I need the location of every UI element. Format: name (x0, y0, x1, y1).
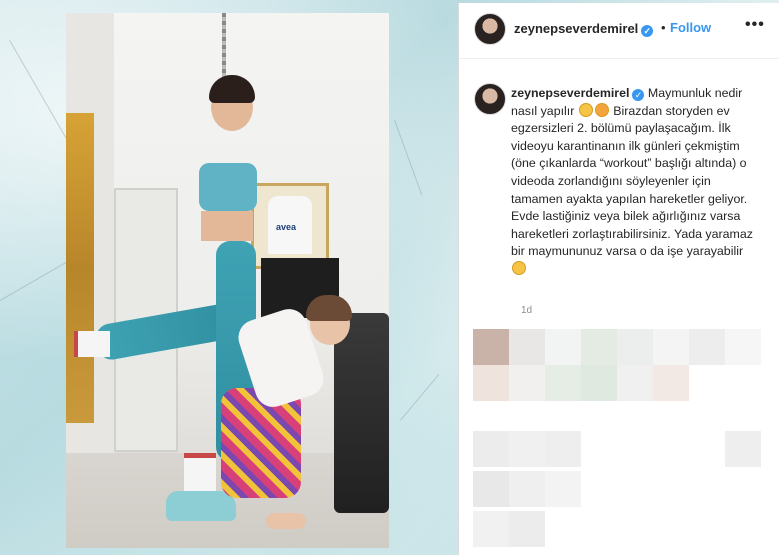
avatar[interactable] (474, 13, 506, 45)
woman-sock-left (74, 331, 110, 357)
jersey: avea (268, 196, 312, 254)
verified-badge-icon: ✓ (632, 89, 645, 101)
post-header: zeynepseverdemirel ✓ • Follow ••• (459, 3, 779, 59)
post-photo[interactable]: avea (66, 13, 389, 548)
framed-jersey: avea (251, 183, 329, 269)
hanging-chain (222, 13, 226, 83)
caption-text-2: Birazdan storyden ev egzersizleri 2. böl… (511, 103, 753, 259)
blurred-comments (459, 321, 779, 555)
grimace-emoji-icon (512, 260, 526, 275)
child-hair (306, 295, 352, 321)
woman-midriff (201, 211, 253, 241)
exercise-machine (334, 313, 389, 513)
follow-button[interactable]: Follow (670, 20, 711, 35)
woman-shoe (166, 491, 236, 521)
post-timestamp[interactable]: 1d (521, 305, 532, 316)
child-leggings (221, 388, 301, 498)
header-username[interactable]: zeynepseverdemirel ✓ (514, 21, 654, 37)
yellow-artwork (66, 113, 94, 423)
username-text[interactable]: zeynepseverdemirel (514, 21, 638, 36)
caption-username[interactable]: zeynepseverdemirel (511, 86, 629, 100)
more-options-icon[interactable]: ••• (745, 16, 765, 34)
post-caption: zeynepseverdemirel ✓ Maymunluk nedir nası… (511, 85, 759, 279)
grinning-sweat-emoji-icon (578, 102, 593, 117)
separator-dot: • (661, 20, 666, 35)
woman-hair (209, 75, 255, 103)
woman-sports-top (199, 163, 257, 211)
verified-badge-icon: ✓ (641, 25, 654, 37)
hugging-emoji-icon (594, 102, 609, 117)
post-side-panel: zeynepseverdemirel ✓ • Follow ••• zeyneps… (458, 3, 779, 555)
caption-avatar[interactable] (474, 83, 506, 115)
jersey-text: avea (276, 222, 297, 232)
child-foot (266, 513, 306, 529)
